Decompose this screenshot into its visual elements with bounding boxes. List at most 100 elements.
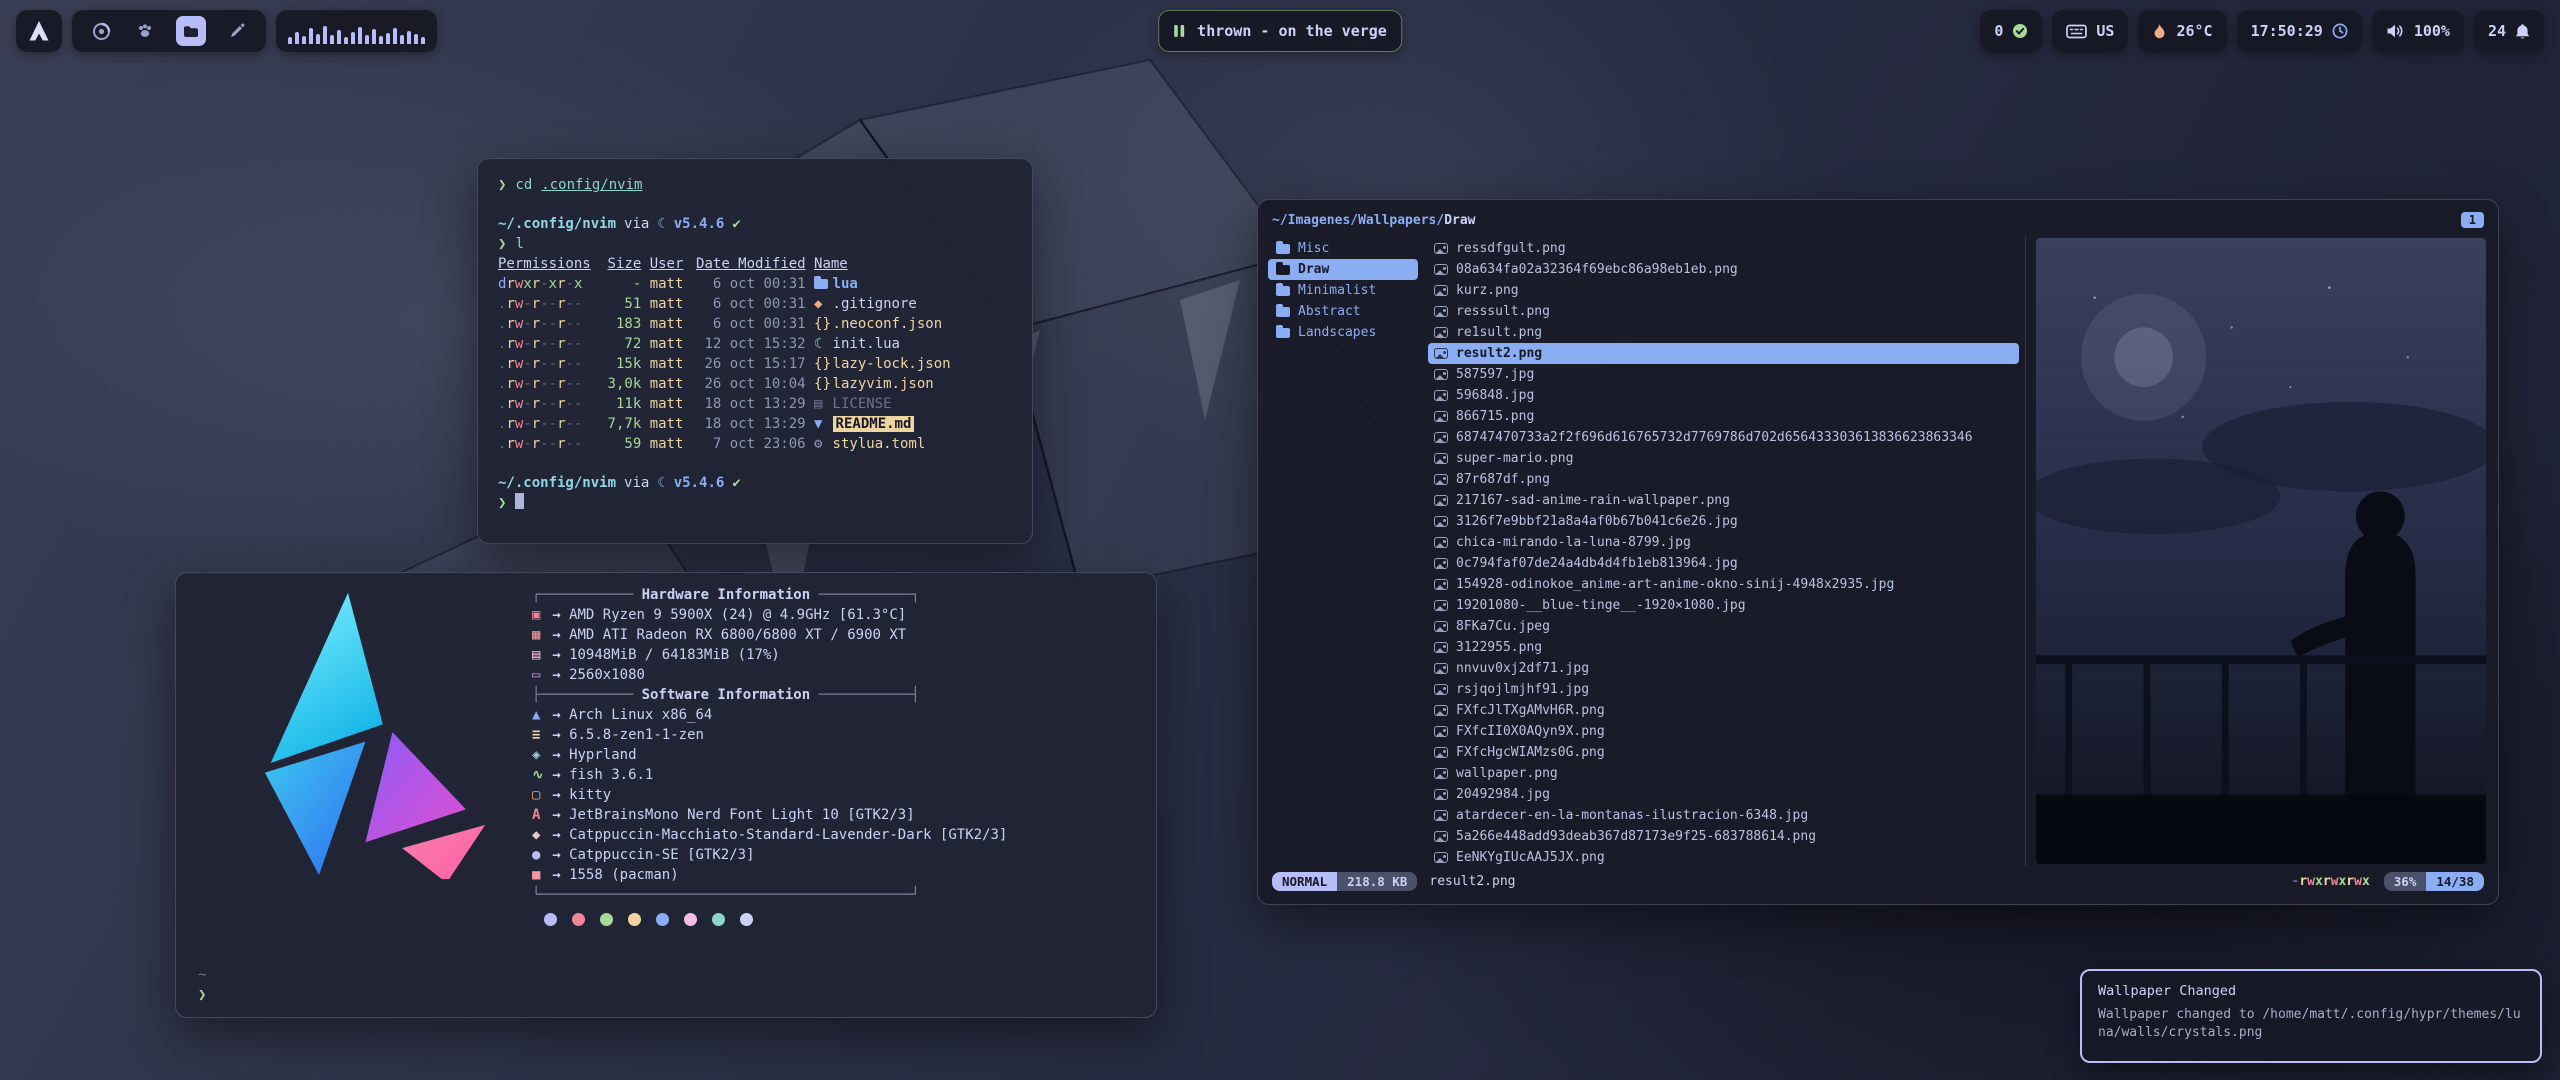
keyboard-icon [2066,24,2087,39]
prompt-symbol: ❯ [498,236,506,252]
file-item[interactable]: 596848.jpg [1428,385,2019,406]
file-item[interactable]: FXfcJlTXgAMvH6R.png [1428,700,2019,721]
file-item[interactable]: 587597.jpg [1428,364,2019,385]
terminal-icon: ▢ [532,785,549,805]
markdown-icon: ▼ [814,414,833,434]
temperature-widget[interactable]: 26°C [2138,10,2226,52]
workspace-browser[interactable] [88,18,114,44]
lua-icon: ☾ [657,475,665,491]
notifications-widget[interactable]: 24 [2474,10,2544,52]
software-info-list: ▲→Arch Linux x86_64≡→6.5.8-zen1-1-zen◈→H… [532,705,1134,885]
file-item[interactable]: wallpaper.png [1428,763,2019,784]
cpu-icon: ▣ [532,605,549,625]
pen-icon [229,23,245,39]
fastfetch-prompt: ~ ❯ [176,965,1156,1017]
music-widget[interactable]: thrown - on the verge [1158,10,1402,52]
file-item[interactable]: 0c794faf07de24a4db4d4fb1eb813964.jpg [1428,553,2019,574]
fastfetch-info-line: ▦→AMD ATI Radeon RX 6800/6800 XT / 6900 … [532,625,1134,645]
sidebar-item-landscapes[interactable]: Landscapes [1268,322,1418,343]
workspace-files[interactable] [176,16,206,46]
check-icon: ✔ [732,475,740,491]
image-file-icon [1434,852,1448,863]
prompt-context-line: ~/.config/nvimvia☾v5.4.6✔ [498,214,1012,234]
file-item[interactable]: ressdfgult.png [1428,238,2019,259]
visualizer-bar [358,27,362,44]
nvim-file-row: .rw-r--r--51matt6 oct 00:31◆.gitignore [498,294,1012,314]
sidebar-item-abstract[interactable]: Abstract [1268,301,1418,322]
file-item[interactable]: FXfcII0X0AQyn9X.png [1428,721,2019,742]
prompt-context-line: ~/.config/nvimvia☾v5.4.6✔ [498,473,1012,493]
file-item[interactable]: resssult.png [1428,301,2019,322]
file-item[interactable]: 87r687df.png [1428,469,2019,490]
nvim-file-row: .rw-r--r--3,0kmatt26 oct 10:04{}lazyvim.… [498,374,1012,394]
visualizer-bar [344,37,348,44]
launcher-button[interactable] [16,10,62,52]
terminal-cursor[interactable] [515,493,524,509]
prompt-via: via [624,216,649,232]
file-item[interactable]: result2.png [1428,343,2019,364]
nvim-file-row: drwxr-xr-x-matt6 oct 00:31lua [498,274,1012,294]
file-item[interactable]: 3122955.png [1428,637,2019,658]
file-item[interactable]: 3126f7e9bbf21a8a4af0b67b041c6e26.jpg [1428,511,2019,532]
notification-popup[interactable]: Wallpaper Changed Wallpaper changed to /… [2080,969,2542,1063]
fastfetch-info-line: ▣→AMD Ryzen 9 5900X (24) @ 4.9GHz [61.3°… [532,605,1134,625]
memory-icon: ▤ [532,645,549,665]
visualizer-bar [421,37,425,44]
fastfetch-info-line: ▭→2560x1080 [532,665,1134,685]
volume-widget[interactable]: 100% [2372,10,2464,52]
file-item[interactable]: 19201080-__blue-tinge__-1920×1080.jpg [1428,595,2019,616]
keyboard-layout-widget[interactable]: US [2052,10,2128,52]
volume-value: 100% [2414,22,2450,40]
file-item[interactable]: 217167-sad-anime-rain-wallpaper.png [1428,490,2019,511]
toml-icon: ⚙ [814,434,833,454]
terminal-window-fastfetch: ┌───────────Hardware Information────────… [175,572,1157,1018]
audio-visualizer [276,10,437,52]
hardware-section-title: Hardware Information [642,587,811,603]
file-item[interactable]: 08a634fa02a32364f69ebc86a98eb1eb.png [1428,259,2019,280]
image-file-icon [1434,243,1448,254]
workspace-chat[interactable] [132,18,158,44]
prompt-via: via [624,475,649,491]
file-item[interactable]: nnvuv0xj2df71.jpg [1428,658,2019,679]
clock-widget[interactable]: 17:50:29 [2237,10,2362,52]
updates-widget[interactable]: 0 [1980,10,2042,52]
wm-icon: ◈ [532,745,549,765]
image-file-icon [1434,726,1448,737]
folder-icon [1276,286,1290,296]
file-item[interactable]: EeNKYgIUcAAJ5JX.png [1428,847,2019,866]
json-icon: {} [814,374,833,394]
file-item[interactable]: re1sult.png [1428,322,2019,343]
file-item[interactable]: 68747470733a2f2f696d616765732d7769786d70… [1428,427,2019,448]
tab-badge[interactable]: 1 [2461,212,2484,228]
image-file-icon [1434,474,1448,485]
image-file-icon [1434,285,1448,296]
file-item[interactable]: 8FKa7Cu.jpeg [1428,616,2019,637]
command-text: l [515,236,523,252]
file-item[interactable]: 5a266e448add93deab367d87173e9f25-6837886… [1428,826,2019,847]
nvim-file-row: .rw-r--r--59matt7 oct 23:06⚙stylua.toml [498,434,1012,454]
sidebar-item-minimalist[interactable]: Minimalist [1268,280,1418,301]
file-item[interactable]: kurz.png [1428,280,2019,301]
terminal-window-nvim: ❯cd.config/nvim ~/.config/nvimvia☾v5.4.6… [477,158,1033,544]
nvim-listing: drwxr-xr-x-matt6 oct 00:31lua.rw-r--r--5… [498,274,1012,454]
image-file-icon [1434,327,1448,338]
packages-icon: ■ [532,865,549,885]
sidebar-item-misc[interactable]: Misc [1268,238,1418,259]
file-item[interactable]: 866715.png [1428,406,2019,427]
visualizer-bar [295,32,299,44]
image-file-icon [1434,705,1448,716]
file-item[interactable]: 154928-odinokoe_anime-art-anime-okno-sin… [1428,574,2019,595]
status-filename: result2.png [1429,874,1515,889]
sidebar-item-draw[interactable]: Draw [1268,259,1418,280]
fm-file-list: ressdfgult.png08a634fa02a32364f69ebc86a9… [1418,236,2026,866]
visualizer-bar [302,36,306,44]
file-item[interactable]: chica-mirando-la-luna-8799.jpg [1428,532,2019,553]
file-item[interactable]: atardecer-en-la-montanas-ilustracion-634… [1428,805,2019,826]
file-item[interactable]: rsjqojlmjhf91.jpg [1428,679,2019,700]
file-item[interactable]: FXfcHgcWIAMzs0G.png [1428,742,2019,763]
scroll-percent: 36% [2384,872,2427,891]
file-item[interactable]: 20492984.jpg [1428,784,2019,805]
file-item[interactable]: super-mario.png [1428,448,2019,469]
gpu-icon: ▦ [532,625,549,645]
workspace-edit[interactable] [224,18,250,44]
